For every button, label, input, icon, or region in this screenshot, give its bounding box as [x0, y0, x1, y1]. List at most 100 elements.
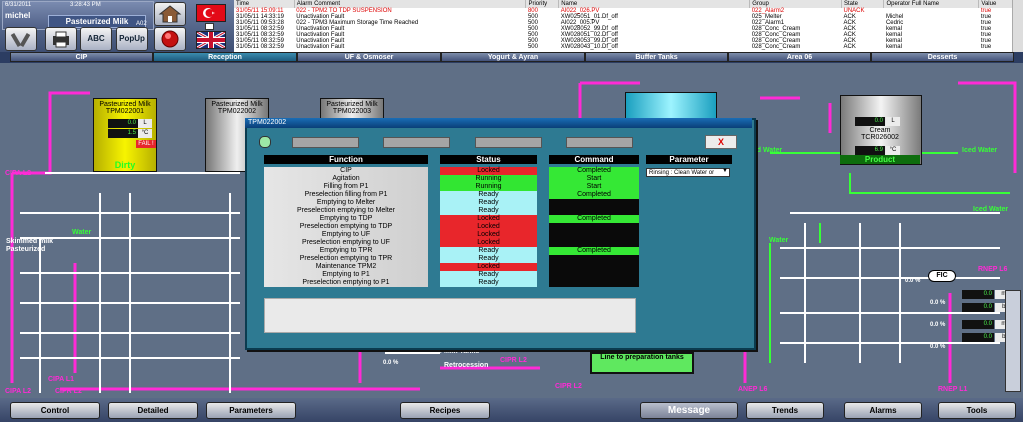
dialog-button-1[interactable] — [292, 137, 359, 148]
tank1-name: Pasteurized Milk — [99, 101, 151, 108]
function-cell: Emptying to TPR — [264, 247, 428, 255]
header-status: Status — [440, 155, 537, 164]
dialog-button-2[interactable] — [383, 137, 450, 148]
status-cell: Ready — [440, 255, 537, 263]
pct-label-a: 0.0 % — [383, 360, 399, 366]
alarm-scrollbar[interactable] — [1012, 0, 1023, 52]
union-jack-icon — [196, 30, 226, 50]
language-selector-icon[interactable] — [205, 23, 214, 30]
command-button[interactable] — [549, 207, 639, 215]
dialog-button-3[interactable] — [475, 137, 542, 148]
command-button[interactable] — [549, 239, 639, 247]
label-water-left: Water — [72, 229, 92, 236]
command-button[interactable] — [549, 263, 639, 271]
alarm-row[interactable]: 31/05/11 08:32:59 Unactivation Fault 500 XW… — [234, 44, 1014, 50]
command-button[interactable] — [549, 279, 639, 287]
uk-flag-icon[interactable] — [196, 30, 226, 50]
tools-button[interactable] — [5, 27, 37, 51]
detailed-button[interactable]: Detailed — [108, 402, 198, 419]
col-value[interactable]: Value — [978, 0, 1014, 8]
tab-desserts[interactable]: Desserts — [871, 52, 1014, 62]
tab-cip[interactable]: CIP — [10, 52, 153, 62]
abc-button[interactable]: ABC — [80, 27, 112, 51]
dialog-title: TPM022002 — [245, 118, 752, 128]
command-button[interactable] — [549, 199, 639, 207]
command-button[interactable]: Completed — [549, 191, 639, 199]
line-to-preparation-tanks[interactable]: Line to preparation tanks — [590, 352, 694, 374]
tab-reception[interactable]: Reception — [153, 52, 297, 62]
command-button[interactable] — [549, 255, 639, 263]
flow-readout-4: 0.0 — [962, 333, 994, 342]
label-cipa-l2-bottom: CIPA L2 — [5, 388, 32, 395]
home-icon — [158, 5, 182, 23]
col-state[interactable]: State — [841, 0, 885, 8]
label-water-right: Water — [769, 237, 789, 244]
function-cell: Preselection filling from P1 — [264, 191, 428, 199]
pct-label-b: 0.0 % — [905, 278, 921, 284]
pct-label-e: 0.0 % — [930, 344, 946, 350]
chevron-down-icon[interactable]: ▼ — [722, 168, 728, 174]
tab-yogurt-ayran[interactable]: Yogurt & Ayran — [441, 52, 585, 62]
tab-buffer-tanks[interactable]: Buffer Tanks — [585, 52, 728, 62]
alarm-button[interactable] — [154, 27, 186, 51]
alarm-list[interactable]: Time Alarm Comment Priority Name Group S… — [234, 0, 1023, 52]
fic-controller[interactable]: FIC — [928, 270, 956, 282]
alarms-button[interactable]: Alarms — [844, 402, 922, 419]
turkish-flag-icon[interactable] — [196, 4, 226, 22]
cream-temp-unit: °C — [886, 146, 900, 155]
alarm-cell: XW028043_10.Df_off — [560, 44, 618, 50]
date-label: 6/31/2011 — [5, 2, 32, 8]
refresh-icon[interactable] — [259, 136, 271, 148]
col-time[interactable]: Time — [234, 0, 295, 8]
wrench-icon — [10, 32, 31, 48]
status-cell: Ready — [440, 191, 537, 199]
tank2-name: Pasteurized Milk — [211, 101, 263, 108]
status-cell: Locked — [440, 223, 537, 231]
flow-readout-1: 0.0 — [962, 290, 994, 299]
command-button[interactable]: Completed — [549, 167, 639, 175]
parameter-select[interactable]: Rinsing : Clean Water or — [646, 168, 730, 177]
alarm-cell: 500 — [527, 44, 538, 50]
command-button[interactable]: Start — [549, 183, 639, 191]
home-button[interactable] — [154, 2, 186, 26]
col-priority[interactable]: Priority — [525, 0, 560, 8]
tab-uf-osmoser[interactable]: UF & Osmoser — [297, 52, 441, 62]
col-name[interactable]: Name — [558, 0, 751, 8]
command-button[interactable] — [549, 223, 639, 231]
popup-button[interactable]: PopUp — [116, 27, 148, 51]
tools-bottom-button[interactable]: Tools — [938, 402, 1016, 419]
status-cell: Ready — [440, 247, 537, 255]
user-name: michel — [5, 11, 31, 20]
tank1-tag: TPM022001 — [105, 108, 145, 115]
function-cell: Filling from P1 — [264, 183, 428, 191]
command-button[interactable]: Completed — [549, 215, 639, 223]
label-rnep-l1: RNEP L1 — [938, 386, 968, 393]
col-comment[interactable]: Alarm Comment — [294, 0, 527, 8]
print-button[interactable] — [45, 27, 77, 51]
flow-readout-2: 0.0 — [962, 303, 994, 312]
message-button[interactable]: Message — [640, 402, 738, 419]
dialog-close-button[interactable]: X — [705, 135, 737, 149]
label-cipr-l2-bottom: CIPR L2 — [55, 388, 82, 395]
dialog-button-4[interactable] — [566, 137, 633, 148]
label-skimmed: Skimmed milk — [6, 238, 54, 245]
col-group[interactable]: Group — [749, 0, 842, 8]
trends-button[interactable]: Trends — [746, 402, 824, 419]
flow-readout-3: 0.0 — [962, 320, 994, 329]
recipes-button[interactable]: Recipes — [400, 402, 490, 419]
command-button[interactable] — [549, 231, 639, 239]
diagram-scrollbar[interactable] — [1005, 290, 1021, 392]
command-button[interactable]: Completed — [549, 247, 639, 255]
command-button[interactable]: Start — [549, 175, 639, 183]
tab-area-06[interactable]: Area 06 — [728, 52, 871, 62]
parameters-button[interactable]: Parameters — [206, 402, 296, 419]
status-cell: Ready — [440, 279, 537, 287]
command-button[interactable] — [549, 271, 639, 279]
col-operator[interactable]: Operator Full Name — [883, 0, 980, 8]
function-cell: Preselection emptying to TPR — [264, 255, 428, 263]
label-cipr-l2-mid: CIPR L2 — [500, 357, 527, 364]
dialog-message-box[interactable] — [264, 298, 636, 333]
control-button[interactable]: Control — [10, 402, 100, 419]
tank-cyan[interactable] — [625, 92, 717, 120]
alarm-table: Time Alarm Comment Priority Name Group S… — [234, 0, 1014, 50]
